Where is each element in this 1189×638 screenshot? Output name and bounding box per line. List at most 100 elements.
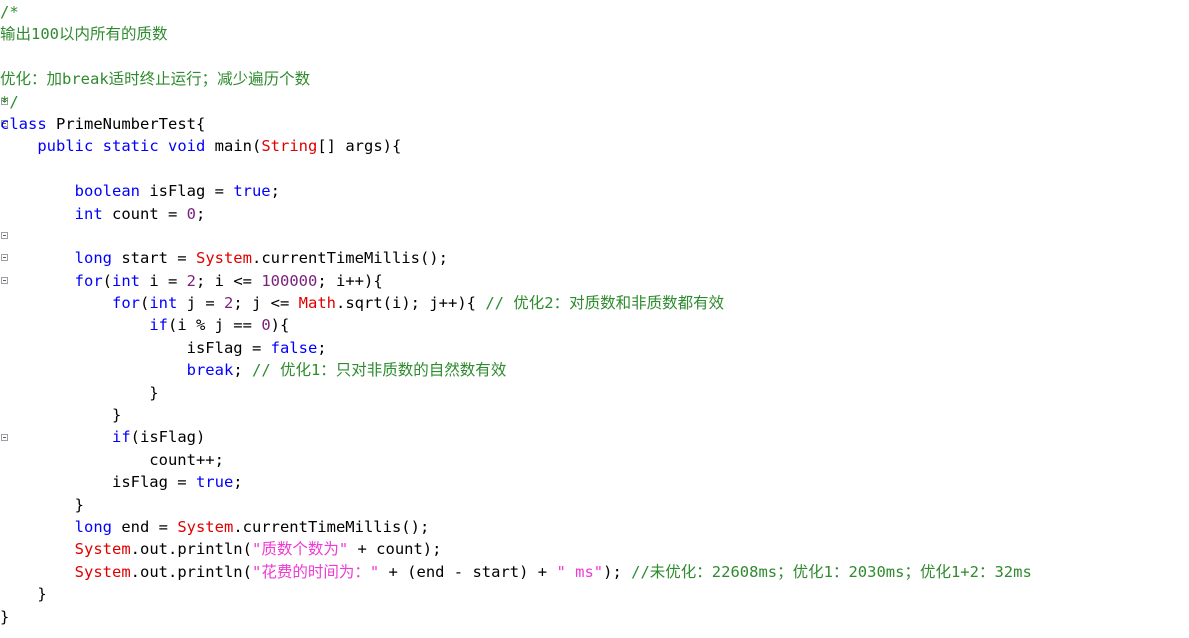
code-token-kw: boolean xyxy=(74,182,140,201)
code-line: */ xyxy=(0,91,1189,113)
code-token-cmt: // 优化2：对质数和非质数都有效 xyxy=(485,294,725,313)
code-line: class PrimeNumberTest{ xyxy=(0,113,1189,135)
code-token-kw: true xyxy=(195,473,234,492)
code-token-plain: main( xyxy=(205,137,262,156)
code-token-kw: int xyxy=(74,204,103,223)
code-line: } xyxy=(0,404,1189,426)
code-content[interactable]: /* 输出100以内所有的质数优化：加break适时终止运行；减少遍历个数 */ cl… xyxy=(0,0,1189,628)
code-token-plain: i = xyxy=(140,271,187,290)
code-token-kw: break xyxy=(186,361,234,380)
code-line: } xyxy=(0,494,1189,516)
code-line: count++; xyxy=(0,449,1189,471)
code-token-plain: ( xyxy=(139,294,150,313)
code-line: long start = System.currentTimeMillis(); xyxy=(0,247,1189,269)
code-line: } xyxy=(0,583,1189,605)
code-token-plain: + (end - start) + xyxy=(379,562,557,581)
code-token-plain: ){ xyxy=(270,316,290,335)
code-token-plain: ); xyxy=(603,562,632,581)
code-token-cmt: 优化：加break适时终止运行；减少遍历个数 xyxy=(0,70,311,89)
code-token-cmt: 输出100以内所有的质数 xyxy=(0,25,168,44)
code-line: 输出100以内所有的质数 xyxy=(0,23,1189,45)
code-line: 优化：加break适时终止运行；减少遍历个数 xyxy=(0,68,1189,90)
code-token-cmt: // 优化1：只对非质数的自然数有效 xyxy=(251,361,507,380)
code-token-plain: ; xyxy=(196,204,206,223)
code-token-plain: isFlag = xyxy=(0,473,196,492)
code-line: isFlag = false; xyxy=(0,337,1189,359)
code-token-kw: int xyxy=(112,271,140,290)
code-line: } xyxy=(0,382,1189,404)
code-token-plain: ; xyxy=(270,182,280,201)
code-line: for(int j = 2; j <= Math.sqrt(i); j++){ … xyxy=(0,292,1189,314)
code-token-kw: false xyxy=(270,338,318,357)
code-token-plain: .out.println( xyxy=(130,540,252,559)
code-token-cmt: /* xyxy=(0,3,19,21)
code-token-kw: if xyxy=(111,428,131,447)
code-token-plain: .currentTimeMillis(); xyxy=(233,517,430,536)
code-line: boolean isFlag = true; xyxy=(0,180,1189,202)
code-token-plain: ; i <= xyxy=(196,271,262,290)
code-token-plain: PrimeNumberTest{ xyxy=(46,114,206,133)
code-line: if(i % j == 0){ xyxy=(0,314,1189,336)
code-line: for(int i = 2; i <= 100000; i++){ xyxy=(0,270,1189,292)
code-line: /* xyxy=(0,1,1189,23)
code-token-plain: } xyxy=(0,383,159,402)
code-token-num: 0 xyxy=(186,204,196,223)
code-token-str: "质数个数为" xyxy=(251,540,349,559)
code-token-plain: end = xyxy=(111,517,178,536)
code-token-plain: .currentTimeMillis(); xyxy=(251,249,448,268)
code-token-kw: class xyxy=(0,114,47,133)
code-token-kw: for xyxy=(74,271,103,290)
code-token-cls: Math xyxy=(298,294,336,313)
code-line: System.out.println("质数个数为" + count); xyxy=(0,538,1189,560)
code-line: if(isFlag) xyxy=(0,426,1189,448)
code-line: int count = 0; xyxy=(0,203,1189,225)
code-token-plain: .out.println( xyxy=(130,562,252,581)
code-token-kw: int xyxy=(149,294,178,313)
code-token-cmt: //未优化：22608ms；优化1：2030ms；优化1+2：32ms xyxy=(631,562,1032,581)
code-token-kw: for xyxy=(111,294,140,313)
code-token-plain: + count); xyxy=(348,540,442,559)
code-token-plain: ; i++){ xyxy=(317,271,383,290)
code-line: isFlag = true; xyxy=(0,471,1189,493)
code-token-plain: (i % j == xyxy=(167,316,262,335)
code-token-plain: ; xyxy=(233,473,243,492)
code-token-num: 2 xyxy=(186,271,197,290)
code-token-cls: System xyxy=(74,540,131,559)
code-token-plain: isFlag = xyxy=(0,338,271,357)
code-token-str: " ms" xyxy=(556,562,604,581)
code-token-kw: void xyxy=(168,137,206,156)
code-token-cls: System xyxy=(74,562,131,581)
code-token-cmt: */ xyxy=(0,92,19,111)
code-token-plain: ( xyxy=(102,271,112,290)
code-token-plain: count = xyxy=(102,204,187,223)
code-token-str: "花费的时间为：" xyxy=(251,562,380,581)
code-line: public static void main(String[] args){ xyxy=(0,135,1189,157)
code-token-kw: if xyxy=(149,316,168,335)
code-token-plain: .sqrt(i); j++){ xyxy=(336,294,486,313)
code-token-plain: } xyxy=(0,495,84,514)
code-token-plain: count++; xyxy=(0,450,224,469)
code-token-plain: isFlag = xyxy=(139,182,234,201)
code-line: System.out.println("花费的时间为：" + (end - st… xyxy=(0,561,1189,583)
code-token-plain: ; j <= xyxy=(233,294,299,313)
code-token-plain: (isFlag) xyxy=(130,428,206,447)
code-line: } xyxy=(0,606,1189,628)
code-token-num: 0 xyxy=(261,316,271,335)
code-token-num: 100000 xyxy=(261,271,318,290)
code-token-kw: long xyxy=(74,249,112,268)
code-editor[interactable]: /* 输出100以内所有的质数优化：加break适时终止运行；减少遍历个数 */ cl… xyxy=(0,0,1189,638)
